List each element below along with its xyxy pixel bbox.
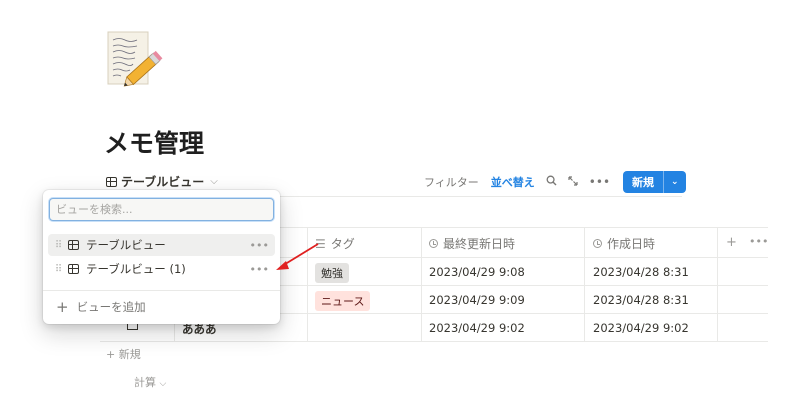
chevron-down-icon: ⌵ bbox=[210, 176, 218, 187]
expand-icon[interactable] bbox=[568, 175, 578, 189]
column-divider bbox=[307, 227, 308, 341]
new-button-label: 新規 bbox=[632, 176, 655, 189]
more-icon[interactable]: ••• bbox=[749, 235, 768, 248]
chevron-down-icon[interactable]: ⌄ bbox=[663, 171, 686, 193]
updated-cell[interactable]: 2023/04/29 9:02 bbox=[429, 321, 525, 335]
updated-cell[interactable]: 2023/04/29 9:09 bbox=[429, 293, 525, 307]
search-icon[interactable] bbox=[546, 175, 557, 189]
updated-cell[interactable]: 2023/04/29 9:08 bbox=[429, 265, 525, 279]
column-header-updated[interactable]: 最終更新日時 bbox=[429, 235, 515, 252]
sort-button[interactable]: 並べ替え bbox=[491, 174, 535, 190]
new-button[interactable]: 新規 ⌄ bbox=[623, 171, 686, 193]
view-switcher-label: テーブルビュー bbox=[121, 175, 205, 189]
clock-icon bbox=[429, 239, 438, 248]
add-row-button[interactable]: + 新規 bbox=[106, 346, 141, 362]
add-view-button[interactable]: + ビューを追加 bbox=[56, 298, 146, 316]
multi-select-icon: ☰ bbox=[315, 236, 326, 251]
created-cell[interactable]: 2023/04/29 9:02 bbox=[593, 321, 689, 335]
more-icon[interactable]: ••• bbox=[250, 263, 269, 276]
view-menu-item-label: テーブルビュー bbox=[86, 238, 166, 252]
chevron-down-icon: ⌵ bbox=[159, 379, 167, 389]
column-header-created[interactable]: 作成日時 bbox=[593, 235, 655, 252]
drag-handle-icon[interactable]: ⠿ bbox=[48, 240, 68, 251]
drag-handle-icon[interactable]: ⠿ bbox=[48, 264, 68, 275]
add-row-label: 新規 bbox=[118, 348, 141, 361]
calculate-label: 計算 bbox=[134, 376, 156, 389]
column-header-label: タグ bbox=[330, 237, 355, 251]
view-menu-popup: ⠿ テーブルビュー ••• ⠿ テーブルビュー (1) ••• + ビューを追加 bbox=[43, 190, 280, 324]
plus-icon: + bbox=[56, 298, 69, 316]
table-icon bbox=[106, 176, 117, 187]
view-search-input[interactable] bbox=[49, 198, 274, 221]
page-title: メモ管理 bbox=[104, 129, 205, 158]
filter-button[interactable]: フィルター bbox=[424, 174, 479, 190]
more-icon[interactable]: ••• bbox=[250, 239, 269, 252]
plus-icon: + bbox=[106, 348, 116, 361]
menu-divider bbox=[43, 290, 280, 291]
memo-pencil-icon[interactable] bbox=[106, 30, 164, 92]
tag-badge[interactable]: ニュース bbox=[315, 291, 371, 311]
view-menu-item[interactable]: ⠿ テーブルビュー (1) ••• bbox=[48, 258, 275, 280]
view-switcher[interactable]: テーブルビュー ⌵ bbox=[106, 173, 218, 190]
view-menu-item-label: テーブルビュー (1) bbox=[86, 262, 186, 276]
view-menu-item[interactable]: ⠿ テーブルビュー ••• bbox=[48, 234, 275, 256]
add-property-plus-icon[interactable]: + bbox=[726, 235, 737, 250]
database-toolbar: フィルター 並べ替え ••• 新規 ⌄ bbox=[424, 171, 686, 193]
add-view-label: ビューを追加 bbox=[76, 300, 146, 314]
calculate-button[interactable]: 計算 ⌵ bbox=[134, 374, 166, 390]
column-divider bbox=[421, 227, 422, 341]
created-cell[interactable]: 2023/04/28 8:31 bbox=[593, 293, 689, 307]
row-divider bbox=[100, 341, 768, 342]
tag-badge[interactable]: 勉強 bbox=[315, 263, 349, 283]
column-divider bbox=[717, 227, 718, 341]
table-icon bbox=[68, 240, 79, 250]
created-cell[interactable]: 2023/04/28 8:31 bbox=[593, 265, 689, 279]
column-divider bbox=[584, 227, 585, 341]
more-icon[interactable]: ••• bbox=[589, 175, 610, 189]
column-header-label: 最終更新日時 bbox=[443, 237, 516, 251]
column-header-tag[interactable]: ☰ タグ bbox=[315, 235, 355, 252]
table-icon bbox=[68, 264, 79, 274]
clock-icon bbox=[593, 239, 602, 248]
column-header-label: 作成日時 bbox=[607, 237, 656, 251]
